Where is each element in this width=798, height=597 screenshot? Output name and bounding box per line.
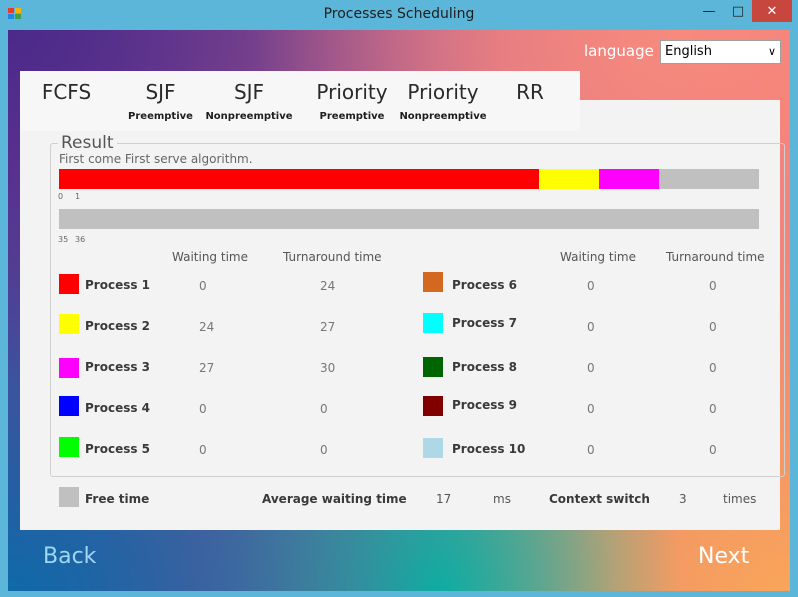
algorithm-tabs: FCFS SJF Preemptive SJF Nonpreemptive Pr… xyxy=(20,71,580,131)
result-groupbox xyxy=(50,143,785,477)
tab-label: RR xyxy=(516,80,544,104)
minimize-button[interactable]: — xyxy=(694,0,724,22)
process-name: Process 5 xyxy=(85,442,151,456)
language-label: language xyxy=(584,42,654,60)
process-waiting-time: 0 xyxy=(199,402,207,416)
algorithm-description: First come First serve algorithm. xyxy=(59,152,253,166)
tab-label: SJF xyxy=(233,80,265,104)
process-color-swatch xyxy=(423,313,443,333)
process-color-swatch xyxy=(59,314,79,334)
tab-sublabel: Nonpreemptive xyxy=(205,111,293,122)
waiting-time-header: Waiting time xyxy=(560,250,636,264)
process-waiting-time: 27 xyxy=(199,361,215,375)
gantt-row-2 xyxy=(59,209,759,229)
average-waiting-time-unit: ms xyxy=(493,492,511,506)
gantt-segment xyxy=(539,169,599,189)
gantt-tick: 35 xyxy=(58,235,69,244)
average-waiting-time-label: Average waiting time xyxy=(262,492,407,506)
client-area: language English ∨ FCFS SJF Preemptive S… xyxy=(8,30,790,591)
process-turnaround-time: 0 xyxy=(709,320,717,334)
gantt-segment xyxy=(599,169,659,189)
process-turnaround-time: 0 xyxy=(709,279,717,293)
tab-fcfs[interactable]: FCFS xyxy=(24,71,109,131)
process-name: Process 1 xyxy=(85,278,151,292)
process-turnaround-time: 0 xyxy=(709,443,717,457)
process-turnaround-time: 27 xyxy=(320,320,336,334)
tab-label: Priority xyxy=(407,80,479,104)
chevron-down-icon: ∨ xyxy=(767,45,776,58)
next-button[interactable]: Next xyxy=(698,544,749,569)
tab-sublabel: Nonpreemptive xyxy=(399,111,487,122)
process-turnaround-time: 30 xyxy=(320,361,336,375)
process-waiting-time: 0 xyxy=(587,279,595,293)
process-color-swatch xyxy=(59,358,79,378)
process-color-swatch xyxy=(59,437,79,457)
process-waiting-time: 0 xyxy=(587,361,595,375)
free-time-swatch xyxy=(59,487,79,507)
process-color-swatch xyxy=(423,396,443,416)
tab-label: FCFS xyxy=(41,80,92,104)
process-waiting-time: 0 xyxy=(199,443,207,457)
tab-sublabel: Preemptive xyxy=(128,111,193,122)
turnaround-time-header: Turnaround time xyxy=(283,250,382,264)
process-color-swatch xyxy=(423,438,443,458)
process-name: Process 10 xyxy=(452,442,526,456)
process-name: Process 8 xyxy=(452,360,518,374)
context-switch-label: Context switch xyxy=(549,492,650,506)
free-time-label: Free time xyxy=(85,492,150,506)
gantt-segment xyxy=(659,169,759,189)
gantt-tick: 0 xyxy=(58,192,64,201)
process-name: Process 7 xyxy=(452,316,518,330)
gantt-tick: 36 xyxy=(75,235,86,244)
context-switch-unit: times xyxy=(723,492,757,506)
tab-label: SJF xyxy=(145,80,176,104)
waiting-time-header: Waiting time xyxy=(172,250,248,264)
gantt-row-1 xyxy=(59,169,759,189)
process-turnaround-time: 0 xyxy=(320,443,328,457)
process-color-swatch xyxy=(59,274,79,294)
process-waiting-time: 0 xyxy=(587,402,595,416)
process-color-swatch xyxy=(423,272,443,292)
window-title: Processes Scheduling xyxy=(323,6,475,22)
gantt-segment xyxy=(59,169,539,189)
process-waiting-time: 0 xyxy=(199,279,207,293)
process-turnaround-time: 24 xyxy=(320,279,336,293)
process-waiting-time: 0 xyxy=(587,320,595,334)
tab-sjf-nonpreemptive[interactable]: SJF Nonpreemptive xyxy=(204,71,294,131)
back-button[interactable]: Back xyxy=(43,544,96,569)
average-waiting-time-value: 17 xyxy=(436,492,452,506)
gantt-tick: 1 xyxy=(75,192,81,201)
tab-rr[interactable]: RR xyxy=(500,71,560,131)
process-turnaround-time: 0 xyxy=(709,402,717,416)
close-button[interactable]: ✕ xyxy=(752,0,792,22)
context-switch-value: 3 xyxy=(679,492,687,506)
language-select[interactable]: English ∨ xyxy=(660,40,781,64)
tab-sublabel: Preemptive xyxy=(319,111,385,122)
process-name: Process 6 xyxy=(452,278,518,292)
process-name: Process 3 xyxy=(85,360,151,374)
title-bar: Processes Scheduling — □ ✕ xyxy=(0,0,798,30)
tab-sjf-preemptive[interactable]: SJF Preemptive xyxy=(123,71,198,131)
language-selected-value: English xyxy=(665,44,712,59)
tab-priority-preemptive[interactable]: Priority Preemptive xyxy=(307,71,397,131)
result-legend: Result xyxy=(58,133,117,153)
process-name: Process 4 xyxy=(85,401,151,415)
process-turnaround-time: 0 xyxy=(709,361,717,375)
process-name: Process 9 xyxy=(452,398,518,412)
process-color-swatch xyxy=(59,396,79,416)
process-waiting-time: 24 xyxy=(199,320,215,334)
process-name: Process 2 xyxy=(85,319,151,333)
turnaround-time-header: Turnaround time xyxy=(666,250,765,264)
tab-label: Priority xyxy=(316,80,388,104)
maximize-button[interactable]: □ xyxy=(724,0,752,22)
process-turnaround-time: 0 xyxy=(320,402,328,416)
process-color-swatch xyxy=(423,357,443,377)
tab-priority-nonpreemptive[interactable]: Priority Nonpreemptive xyxy=(398,71,488,131)
process-waiting-time: 0 xyxy=(587,443,595,457)
